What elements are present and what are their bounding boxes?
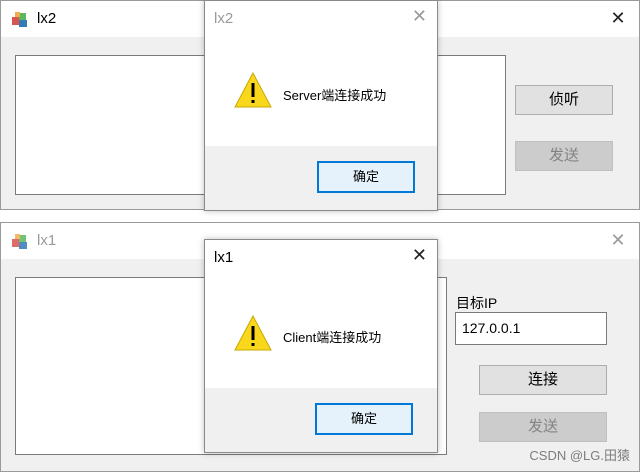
warning-icon	[234, 71, 272, 108]
dialog-footer: 确定	[205, 388, 437, 452]
dialog-title: lx2	[214, 10, 234, 27]
listen-button[interactable]: 侦听	[515, 85, 613, 115]
window-title: lx2	[37, 10, 57, 27]
close-icon[interactable]: ✕	[412, 6, 427, 27]
target-ip-label: 目标IP	[456, 295, 498, 311]
target-ip-input[interactable]: 127.0.0.1	[455, 312, 607, 345]
close-icon[interactable]: ✕	[605, 5, 631, 31]
ok-button[interactable]: 确定	[315, 403, 413, 435]
dialog-footer: 确定	[205, 146, 437, 210]
dialog-title: lx1	[214, 249, 234, 266]
ok-button[interactable]: 确定	[317, 161, 415, 193]
send-button[interactable]: 发送	[515, 141, 613, 171]
window-title: lx1	[37, 232, 57, 249]
messagebox-client: lx1 ✕ Client端连接成功 确定	[204, 239, 438, 453]
messagebox-server: lx2 ✕ Server端连接成功 确定	[204, 0, 438, 211]
warning-icon	[234, 314, 272, 351]
close-icon[interactable]: ✕	[605, 227, 631, 253]
dialog-message: Client端连接成功	[283, 330, 382, 345]
connect-button[interactable]: 连接	[479, 365, 607, 395]
watermark: CSDN @LG.田猿	[529, 448, 630, 463]
dialog-message: Server端连接成功	[283, 88, 387, 103]
app-icon	[12, 12, 27, 27]
send-button[interactable]: 发送	[479, 412, 607, 442]
close-icon[interactable]: ✕	[412, 245, 427, 266]
app-icon	[12, 234, 27, 249]
